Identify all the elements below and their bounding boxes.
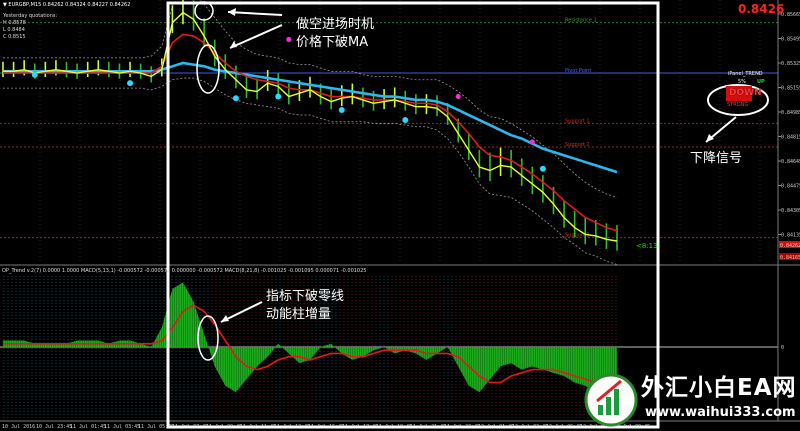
price-tick-label: 0.84645 bbox=[781, 159, 800, 165]
chart-canvas: Resistance 2Resistance 1Pivot PointSuppo… bbox=[0, 0, 800, 431]
current-price: 0.8426 bbox=[738, 2, 785, 16]
panel-strength: STRONG bbox=[727, 102, 749, 108]
price-tick-label: 0.85155 bbox=[781, 86, 800, 92]
price-tick-label: 0.84135 bbox=[781, 233, 800, 239]
yesterday-title: Yesterday quotations: bbox=[3, 13, 58, 19]
panel-pct: 5% bbox=[738, 79, 746, 85]
panel-title: iPanel_TREND bbox=[728, 71, 763, 77]
bar-countdown: <8:13 bbox=[636, 242, 658, 250]
logo-text: 外汇小白EA网 bbox=[641, 375, 797, 401]
bullish-dot bbox=[31, 71, 38, 78]
price-tick-label: 0.84815 bbox=[781, 135, 800, 141]
level-label: Resistance 1 bbox=[565, 18, 597, 24]
price-tag-label: 0.84165 bbox=[780, 255, 800, 261]
annotation-macd-1: 指标下破零线 bbox=[266, 289, 345, 304]
bullish-dot bbox=[232, 95, 239, 102]
time-tick-label: 11 Jul 03:45 bbox=[104, 424, 140, 430]
level-label: Support 2 bbox=[565, 142, 590, 148]
annotation-signal: 下降信号 bbox=[690, 151, 743, 166]
yesterday-low: L 0.8484 bbox=[3, 27, 25, 33]
panel-up: UP bbox=[757, 79, 765, 85]
bullish-dot bbox=[402, 117, 409, 124]
level-label: Pivot Point bbox=[565, 68, 591, 74]
time-tick-label: 10 Jul 2016 bbox=[2, 424, 35, 430]
bearish-dot bbox=[529, 139, 535, 145]
indicator-label: OP_Trend v.2(7) 0.0000 1.0000 MACD(5,13,… bbox=[2, 268, 367, 274]
level-label: Support 1 bbox=[565, 118, 590, 124]
annotation-entry-1: 做空进场时机 bbox=[296, 17, 375, 32]
price-tick-label: 0.84985 bbox=[781, 110, 800, 116]
annotation-entry-2: 价格下破MA bbox=[296, 35, 369, 50]
panel-signal: DOWN bbox=[729, 88, 762, 98]
yesterday-close: C 0.8515 bbox=[3, 34, 26, 40]
price-tick-label: 0.84475 bbox=[781, 184, 800, 190]
price-tag-label: 0.84262 bbox=[780, 243, 800, 249]
price-tick-label: 0.85495 bbox=[781, 37, 800, 43]
bullish-dot bbox=[539, 165, 546, 172]
yesterday-high: H 0.8578 bbox=[3, 20, 26, 26]
zero-label: 0 bbox=[781, 345, 784, 351]
bearish-dot bbox=[455, 94, 461, 100]
site-logo: 外汇小白EA网 www.waihui333.com bbox=[583, 369, 800, 431]
bearish-dot bbox=[286, 36, 292, 42]
price-tick-label: 0.84305 bbox=[781, 208, 800, 214]
symbol-header: ▼ EURGBP,M15 0.84262 0.84324 0.84227 0.8… bbox=[3, 2, 131, 8]
bullish-dot bbox=[338, 106, 345, 113]
time-tick-label: 10 Jul 23:45 bbox=[36, 424, 72, 430]
price-tick-label: 0.85325 bbox=[781, 61, 800, 67]
time-tick-label: 11 Jul 01:45 bbox=[70, 424, 106, 430]
annotation-macd-2: 动能柱增量 bbox=[266, 307, 332, 322]
logo-url: www.waihui333.com bbox=[645, 405, 796, 420]
bullish-dot bbox=[127, 80, 134, 87]
bullish-dot bbox=[275, 93, 282, 100]
